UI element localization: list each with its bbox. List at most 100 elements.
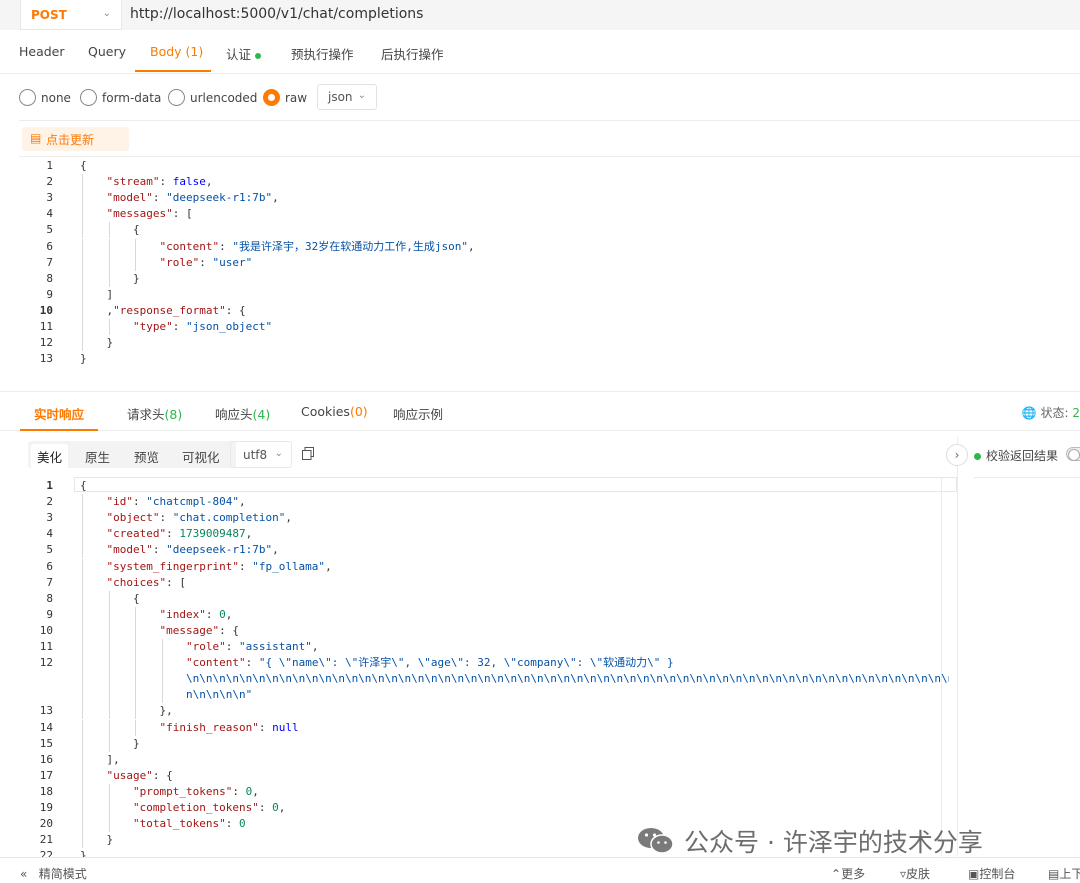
radio-form-data[interactable]: form-data bbox=[80, 89, 161, 106]
code-text: { bbox=[80, 478, 87, 494]
tab-cookies[interactable]: Cookies(0) bbox=[301, 404, 368, 419]
code-token: : bbox=[225, 817, 239, 831]
code-token: false bbox=[172, 175, 206, 189]
code-text: { bbox=[133, 222, 140, 238]
code-line: n\n\n\n\n" bbox=[19, 687, 939, 704]
code-token: "index" bbox=[159, 607, 206, 621]
editor-scrollbar[interactable] bbox=[941, 477, 942, 857]
console-icon: ▣ bbox=[968, 867, 980, 881]
code-token: } bbox=[80, 352, 87, 366]
tab-post-actions[interactable]: 后执行操作 bbox=[381, 44, 444, 63]
copy-icon[interactable] bbox=[302, 447, 314, 460]
indent-guide bbox=[82, 270, 83, 287]
auth-status-dot bbox=[255, 52, 262, 59]
code-line: \n\n\n\n\n\n\n\n\n\n\n\n\n\n\n\n\n\n\n\n… bbox=[19, 671, 949, 688]
code-token: , bbox=[325, 559, 332, 573]
update-button[interactable]: ▤ 点击更新 bbox=[22, 127, 129, 151]
code-text: } bbox=[107, 335, 114, 351]
code-token: "user" bbox=[212, 255, 253, 269]
code-token: ] bbox=[106, 287, 114, 301]
indent-guide bbox=[82, 238, 83, 255]
view-mode-group: 美化 原生 预览 可视化 bbox=[28, 441, 236, 469]
code-text: "total_tokens": 0 bbox=[133, 816, 246, 832]
code-token: null bbox=[272, 720, 299, 734]
skin-button[interactable]: ▿皮肤 bbox=[900, 865, 930, 882]
code-line: 9] bbox=[19, 286, 939, 303]
console-button[interactable]: ▣控制台 bbox=[968, 865, 1015, 882]
code-line: 11 "type": "json_object" bbox=[19, 319, 939, 336]
line-number: 5 bbox=[46, 543, 53, 557]
indent-guide bbox=[108, 719, 110, 736]
caret-up-icon: ⌃ bbox=[831, 867, 842, 881]
verify-toggle[interactable] bbox=[1066, 447, 1080, 461]
tab-header[interactable]: Header bbox=[19, 44, 65, 59]
code-line: 7 "role": "user" bbox=[19, 254, 939, 271]
simple-mode-button[interactable]: « 精简模式 bbox=[20, 865, 87, 882]
tab-request-headers[interactable]: 请求头(8) bbox=[127, 404, 182, 423]
radio-none[interactable]: none bbox=[19, 89, 71, 106]
method-label: POST bbox=[31, 7, 67, 22]
indent-guide bbox=[108, 800, 110, 817]
code-token: "json_object" bbox=[186, 320, 273, 333]
request-body-editor[interactable]: ▤ 点击更新 1{2 "stream": false, 3 "model": "dee… bbox=[19, 120, 1080, 374]
view-preview[interactable]: 预览 bbox=[134, 447, 159, 466]
encoding-select[interactable]: utf8 ⌄ bbox=[230, 441, 292, 468]
tab-auth[interactable]: 认证 bbox=[226, 44, 262, 63]
more-button[interactable]: ⌃更多 bbox=[831, 865, 865, 882]
method-select[interactable]: POST ⌄ bbox=[20, 0, 122, 30]
code-token: "chatcmpl-804" bbox=[146, 495, 239, 509]
tab-body[interactable]: Body (1) bbox=[150, 44, 203, 59]
code-line: 7 "choices": [ bbox=[19, 574, 939, 591]
radio-raw[interactable]: raw bbox=[263, 89, 307, 106]
code-text: ,"response_format": { bbox=[107, 303, 246, 319]
view-visualize[interactable]: 可视化 bbox=[182, 447, 220, 466]
tab-response-headers[interactable]: 响应头(4) bbox=[215, 404, 270, 423]
code-line: 9 "index": 0, bbox=[19, 606, 939, 623]
code-token: : { bbox=[225, 303, 246, 317]
code-token: "system_fingerprint" bbox=[106, 559, 239, 573]
code-token: : bbox=[258, 720, 273, 734]
layout-button[interactable]: ▤上下 bbox=[1048, 865, 1080, 882]
code-token: } bbox=[133, 736, 140, 750]
code-line: 4 "created": 1739009487, bbox=[19, 526, 939, 543]
indent-guide bbox=[82, 526, 83, 543]
code-token: : { bbox=[152, 768, 173, 782]
tab-query[interactable]: Query bbox=[88, 44, 126, 59]
code-token: : bbox=[166, 527, 180, 541]
tab-realtime-response[interactable]: 实时响应 bbox=[34, 404, 84, 423]
code-token: 1739009487 bbox=[179, 527, 246, 541]
line-number: 21 bbox=[39, 833, 53, 847]
code-text: "role": "user" bbox=[160, 255, 253, 271]
code-line: 18 "prompt_tokens": 0, bbox=[19, 783, 939, 800]
view-beautify[interactable]: 美化 bbox=[31, 444, 69, 469]
indent-guide bbox=[82, 719, 83, 736]
code-token: : bbox=[133, 495, 147, 509]
wechat-logo-icon bbox=[638, 828, 674, 854]
indent-guide bbox=[108, 590, 110, 607]
indent-guide bbox=[161, 639, 163, 656]
tab-pre-actions[interactable]: 预执行操作 bbox=[291, 44, 354, 63]
indent-guide bbox=[108, 622, 110, 639]
code-token: : [ bbox=[166, 575, 186, 589]
indent-guide bbox=[161, 671, 163, 688]
indent-guide bbox=[108, 816, 110, 833]
tab-response-examples[interactable]: 响应示例 bbox=[393, 404, 443, 423]
code-text: "completion_tokens": 0, bbox=[133, 800, 285, 816]
code-line: 10 ,"response_format": { bbox=[19, 302, 939, 319]
indent-guide bbox=[108, 703, 110, 720]
chevron-right-icon[interactable]: › bbox=[946, 444, 968, 466]
indent-guide bbox=[82, 639, 83, 656]
view-raw[interactable]: 原生 bbox=[85, 447, 110, 466]
code-token: 0 bbox=[272, 801, 279, 814]
code-token: , bbox=[238, 495, 246, 509]
radio-urlencoded[interactable]: urlencoded bbox=[168, 89, 257, 106]
code-line: 3 "model": "deepseek-r1:7b", bbox=[19, 190, 939, 207]
code-line: 5 "model": "deepseek-r1:7b", bbox=[19, 542, 939, 559]
indent-guide bbox=[82, 286, 83, 303]
double-chevron-left-icon: « bbox=[20, 867, 28, 881]
code-text: "index": 0, bbox=[160, 607, 233, 623]
url-input[interactable]: http://localhost:5000/v1/chat/completion… bbox=[130, 6, 423, 22]
raw-format-select[interactable]: json ⌄ bbox=[317, 84, 377, 110]
line-number: 1 bbox=[46, 159, 53, 172]
code-text: { bbox=[133, 591, 140, 607]
